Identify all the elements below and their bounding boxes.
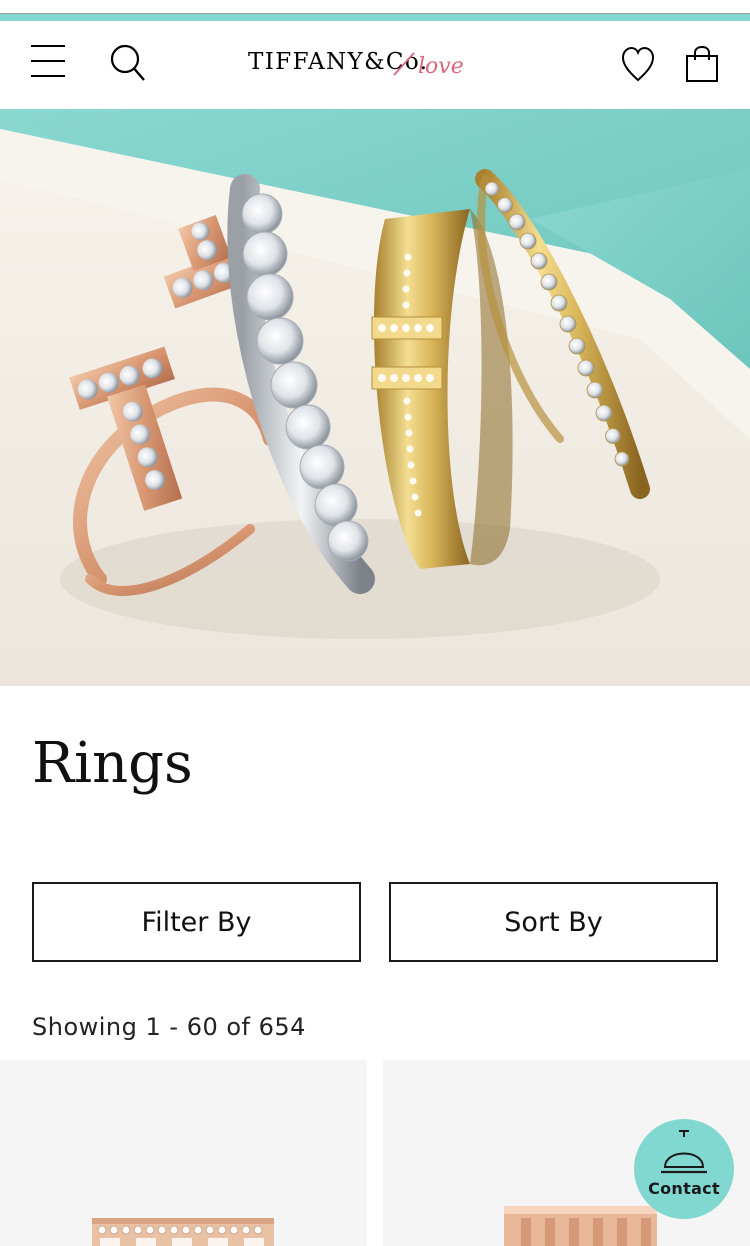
heart-icon	[621, 46, 655, 82]
contact-label: Contact	[648, 1179, 720, 1198]
filter-by-button[interactable]: Filter By	[32, 882, 361, 962]
contact-button[interactable]: Contact	[634, 1119, 734, 1219]
brand-accent-bar	[0, 14, 750, 21]
rings-hero-illustration	[0, 109, 750, 686]
love-script-logo: love	[393, 52, 464, 79]
product-card[interactable]	[0, 1060, 367, 1246]
product-image-pave-ring	[92, 1218, 274, 1246]
shopping-bag-icon	[686, 45, 718, 82]
menu-button[interactable]	[30, 43, 66, 79]
results-count: Showing 1 - 60 of 654	[32, 1013, 306, 1041]
service-bell-icon	[661, 1130, 707, 1174]
shopping-bag-button[interactable]	[685, 45, 719, 83]
search-button[interactable]	[109, 43, 147, 83]
page-title: Rings	[32, 731, 193, 796]
svg-text:love: love	[418, 54, 464, 79]
hamburger-menu-icon	[31, 45, 65, 77]
browser-top-border	[0, 0, 750, 14]
hero-image	[0, 109, 750, 686]
site-header: TIFFANY&Co. love	[0, 21, 750, 109]
tiffany-logo[interactable]: TIFFANY&Co. love	[248, 47, 472, 83]
search-icon	[110, 44, 145, 81]
sort-by-button[interactable]: Sort By	[389, 882, 718, 962]
wishlist-button[interactable]	[621, 46, 655, 82]
